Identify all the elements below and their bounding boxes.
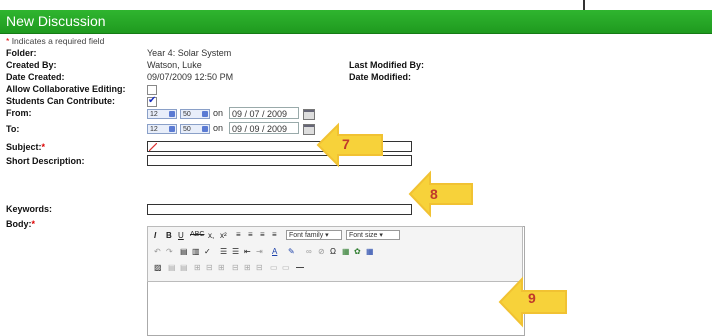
to-minute-select[interactable]: 50 [180, 124, 210, 134]
row-props-icon[interactable]: ▤ [180, 263, 188, 272]
table-delete-icon[interactable]: ▭ [282, 263, 290, 272]
paste-icon[interactable]: ▤ [180, 247, 188, 256]
subject-label-text: Subject: [6, 142, 42, 152]
calendar-icon[interactable] [303, 109, 315, 120]
collab-checkbox[interactable] [147, 85, 157, 95]
split-cells-icon[interactable]: ⊞ [244, 263, 251, 272]
callout-arrow-8 [408, 170, 473, 218]
delete-col-icon[interactable]: ⊟ [232, 263, 239, 272]
indent-icon[interactable]: ⇥ [256, 247, 263, 256]
italic-button[interactable]: I [154, 231, 156, 240]
date-created-value: 09/07/2009 12:50 PM [147, 72, 234, 82]
from-minute-value: 50 [183, 111, 191, 118]
font-family-value: Font family [289, 232, 324, 239]
media-icon[interactable]: ▦ [342, 247, 350, 256]
keywords-label: Keywords: [6, 204, 53, 214]
to-label: To: [6, 124, 20, 134]
clean-icon[interactable]: ✓ [204, 247, 211, 256]
font-size-value: Font size [349, 232, 378, 239]
spinner-icon [169, 126, 175, 132]
subject-label: Subject:* [6, 142, 46, 152]
keywords-input[interactable] [147, 204, 412, 215]
spinner-icon [169, 111, 175, 117]
align-left-icon[interactable]: ≡ [236, 230, 241, 239]
collab-label: Allow Collaborative Editing: [6, 84, 126, 94]
table-icon[interactable]: ▦ [366, 247, 374, 256]
callout-number-8: 8 [430, 186, 438, 202]
dialog-header: New Discussion [0, 10, 712, 34]
font-size-select[interactable]: Font size ▾ [346, 230, 400, 240]
numbered-list-icon[interactable]: ☰ [232, 247, 239, 256]
required-note: * Indicates a required field [6, 36, 105, 46]
horizontal-rule-icon[interactable]: — [296, 263, 304, 272]
from-hour-select[interactable]: 12 [147, 109, 177, 119]
spinner-icon [202, 126, 208, 132]
cursor-mark [583, 0, 585, 10]
to-minute-value: 50 [183, 126, 191, 133]
align-right-icon[interactable]: ≡ [260, 230, 265, 239]
spinner-icon [202, 111, 208, 117]
align-justify-icon[interactable]: ≡ [272, 230, 277, 239]
merge-cells-icon[interactable]: ⊟ [256, 263, 263, 272]
unlink-icon[interactable]: ⊘ [318, 247, 325, 256]
redo-icon[interactable]: ↷ [166, 247, 173, 256]
contribute-label: Students Can Contribute: [6, 96, 115, 106]
created-by-value: Watson, Luke [147, 60, 202, 70]
required-note-text: Indicates a required field [11, 36, 105, 46]
top-strip [0, 0, 712, 5]
link-icon[interactable]: ∞ [306, 247, 312, 256]
table-props-icon[interactable]: ▤ [168, 263, 176, 272]
text-color-icon[interactable]: A [272, 247, 277, 256]
superscript-button[interactable]: x² [220, 231, 227, 240]
callout-number-9: 9 [528, 290, 536, 306]
short-desc-label: Short Description: [6, 156, 85, 166]
bold-button[interactable]: B [166, 231, 172, 240]
undo-icon[interactable]: ↶ [154, 247, 161, 256]
delete-row-icon[interactable]: ⊟ [206, 263, 213, 272]
last-modified-by-label: Last Modified By: [349, 60, 425, 70]
strikethrough-button[interactable]: ABC [190, 231, 204, 238]
insert-row-icon[interactable]: ⊞ [194, 263, 201, 272]
edit-source-icon[interactable]: ▨ [154, 263, 162, 272]
body-label-text: Body: [6, 219, 32, 229]
to-hour-select[interactable]: 12 [147, 124, 177, 134]
body-label: Body:* [6, 219, 36, 229]
to-on-label: on [213, 123, 224, 133]
align-center-icon[interactable]: ≡ [248, 230, 253, 239]
folder-label: Folder: [6, 48, 37, 58]
date-created-label: Date Created: [6, 72, 65, 82]
folder-value: Year 4: Solar System [147, 48, 232, 58]
created-by-label: Created By: [6, 60, 57, 70]
contribute-checkbox[interactable] [147, 95, 157, 107]
from-label: From: [6, 108, 32, 118]
from-on-label: on [213, 108, 224, 118]
cell-props-icon[interactable]: ▭ [270, 263, 278, 272]
special-char-icon[interactable]: Ω [330, 247, 336, 256]
highlight-color-icon[interactable]: ✎ [288, 247, 295, 256]
from-hour-value: 12 [150, 111, 158, 118]
calendar-icon[interactable] [303, 124, 315, 135]
required-mark-icon [149, 143, 157, 151]
to-date-field[interactable]: 09 / 09 / 2009 [229, 122, 299, 134]
subscript-button[interactable]: x, [208, 231, 214, 240]
callout-number-7: 7 [342, 136, 350, 152]
from-minute-select[interactable]: 50 [180, 109, 210, 119]
editor-toolbar: I B U ABC x, x² ≡ ≡ ≡ ≡ Font family ▾ Fo… [147, 226, 523, 282]
font-family-select[interactable]: Font family ▾ [286, 230, 342, 240]
insert-col-icon[interactable]: ⊞ [218, 263, 225, 272]
date-modified-label: Date Modified: [349, 72, 411, 82]
to-hour-value: 12 [150, 126, 158, 133]
callout-arrow-7 [316, 122, 383, 168]
outdent-icon[interactable]: ⇤ [244, 247, 251, 256]
image-icon[interactable]: ✿ [354, 247, 361, 256]
from-date-field[interactable]: 09 / 07 / 2009 [229, 107, 299, 119]
paste-word-icon[interactable]: ▥ [192, 247, 200, 256]
underline-button[interactable]: U [178, 231, 184, 240]
dialog-title: New Discussion [6, 13, 106, 29]
bullet-list-icon[interactable]: ☰ [220, 247, 227, 256]
